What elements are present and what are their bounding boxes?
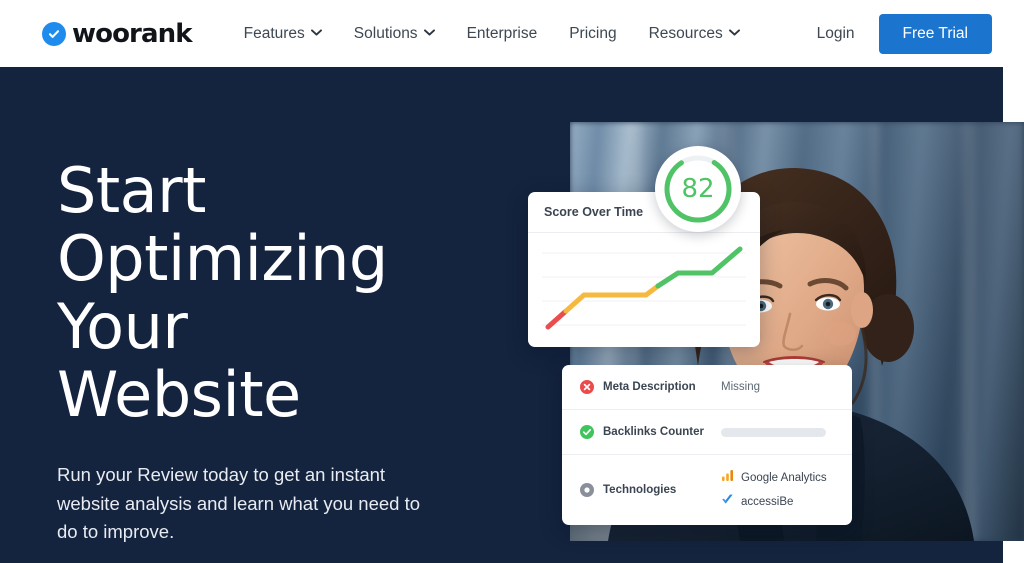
hero-title-line: Optimizing — [57, 222, 388, 295]
technology-name: Google Analytics — [741, 472, 827, 484]
page-root: woorank Features Solutions Enterprise Pr… — [0, 0, 1024, 563]
chevron-down-icon — [310, 28, 322, 39]
hero-title-line: Your — [57, 290, 188, 363]
nav-item-enterprise[interactable]: Enterprise — [451, 19, 554, 49]
table-row[interactable]: Technologies Google Analytics accessiBe — [562, 455, 852, 525]
login-link[interactable]: Login — [807, 19, 865, 49]
logo-text: woorank — [72, 18, 193, 49]
chart-segment-average — [563, 283, 661, 314]
chevron-down-icon — [728, 28, 740, 39]
nav-item-pricing[interactable]: Pricing — [553, 19, 632, 49]
hero-copy: Start Optimizing Your Website Run your R… — [57, 157, 477, 547]
top-navigation-bar: woorank Features Solutions Enterprise Pr… — [0, 0, 1024, 67]
hero-title-line: Start — [57, 154, 206, 227]
list-item[interactable]: accessiBe — [721, 493, 827, 511]
technologies-list: Google Analytics accessiBe — [721, 469, 827, 511]
woorank-logo[interactable]: woorank — [42, 18, 193, 49]
nav-item-label: Resources — [648, 24, 723, 42]
nav-item-label: Solutions — [353, 24, 418, 42]
nav-item-label: Features — [243, 24, 305, 42]
hero-title-line: Website — [57, 358, 301, 431]
info-circle-icon — [580, 483, 594, 497]
score-card-title: Score Over Time — [544, 205, 644, 219]
check-label: Technologies — [603, 484, 677, 496]
nav-item-features[interactable]: Features — [228, 19, 338, 49]
nav-item-resources[interactable]: Resources — [633, 19, 756, 49]
hero-subtitle: Run your Review today to get an instant … — [57, 464, 421, 542]
nav-item-label: Enterprise — [466, 24, 538, 42]
nav-item-solutions[interactable]: Solutions — [338, 19, 451, 49]
chart-svg — [542, 246, 746, 330]
site-checks-card: Meta Description Missing Backlinks Count… — [562, 365, 852, 525]
google-analytics-icon — [721, 469, 734, 487]
list-item[interactable]: Google Analytics — [721, 469, 827, 487]
check-label: Meta Description — [603, 381, 696, 393]
score-gauge: 82 — [655, 146, 741, 232]
chart-segment-good — [655, 246, 743, 289]
score-line-chart — [528, 233, 760, 346]
check-value: Missing — [721, 381, 760, 393]
accessibe-icon — [721, 493, 734, 511]
nav-links: Features Solutions Enterprise Pricing Re… — [228, 19, 756, 49]
page-title: Start Optimizing Your Website — [57, 157, 477, 429]
nav-actions: Login Free Trial — [807, 13, 992, 54]
success-circle-icon — [580, 425, 594, 439]
check-circle-icon — [42, 21, 66, 46]
table-row[interactable]: Meta Description Missing — [562, 365, 852, 410]
free-trial-button[interactable]: Free Trial — [878, 13, 992, 54]
technology-name: accessiBe — [741, 496, 794, 508]
check-label: Backlinks Counter — [603, 426, 704, 438]
nav-item-label: Pricing — [569, 24, 617, 42]
error-circle-icon — [580, 380, 594, 394]
backlinks-progress-bar — [721, 427, 826, 437]
table-row[interactable]: Backlinks Counter — [562, 410, 852, 455]
chevron-down-icon — [423, 28, 435, 39]
gauge-value: 82 — [681, 174, 715, 204]
